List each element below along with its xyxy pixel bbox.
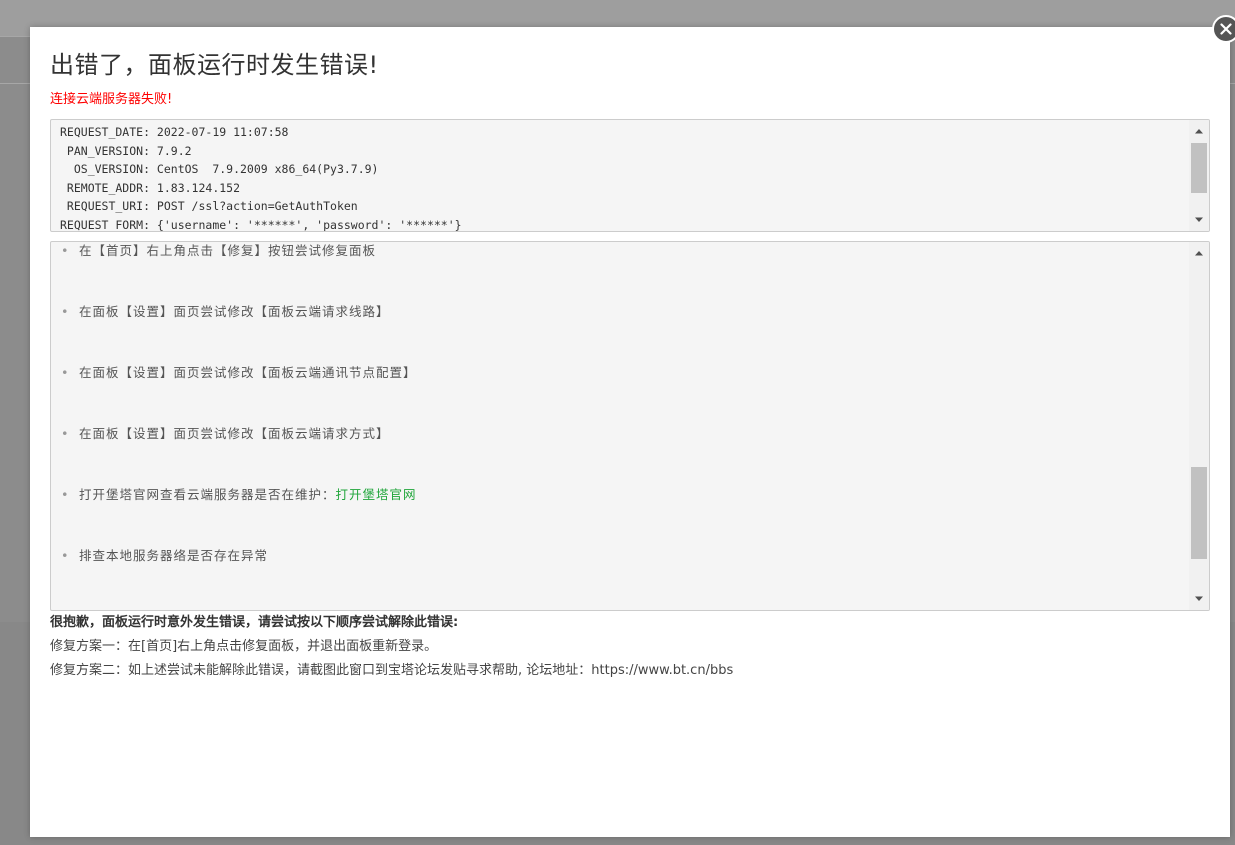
troubleshooting-panel[interactable]: • 在【首页】右上角点击【修复】按钮尝试修复面板 • 在面板【设置】面页尝试修改【面板… bbox=[50, 241, 1210, 611]
repair-plan-two: 修复方案二：如上述尝试未能解除此错误，请截图此窗口到宝塔论坛发贴寻求帮助, 论坛… bbox=[50, 663, 734, 678]
request-info-line: PAN_VERSION: 7.9.2 bbox=[60, 143, 192, 158]
request-info-line: REQUEST_FORM: {'username': '******', 'pa… bbox=[60, 217, 462, 232]
bullet-icon: • bbox=[61, 304, 70, 319]
tip-text: 在【首页】右上角点击【修复】按钮尝试修复面板 bbox=[79, 243, 377, 258]
bullet-icon: • bbox=[61, 487, 70, 502]
request-info-line: OS_VERSION: CentOS 7.9.2009 x86_64(Py3.7… bbox=[60, 162, 379, 177]
close-button[interactable] bbox=[1212, 15, 1235, 43]
request-info-line: REQUEST_DATE: 2022-07-19 11:07:58 bbox=[60, 125, 289, 139]
list-item: • 在面板【设置】面页尝试修改【面板云端通讯节点配置】 bbox=[61, 359, 417, 420]
tip-text: 在面板【设置】面页尝试修改【面板云端请求线路】 bbox=[79, 304, 390, 319]
tip-text: 排查本地服务器络是否存在异常 bbox=[79, 548, 269, 563]
repair-plan-one: 修复方案一：在[首页]右上角点击修复面板，并退出面板重新登录。 bbox=[50, 639, 438, 654]
bullet-icon: • bbox=[61, 243, 70, 258]
scroll-up-arrow-icon[interactable] bbox=[1189, 122, 1209, 140]
request-info-line: REQUEST_URI: POST /ssl?action=GetAuthTok… bbox=[60, 199, 358, 214]
bullet-icon: • bbox=[61, 365, 70, 380]
scroll-down-arrow-icon[interactable] bbox=[1189, 211, 1209, 229]
bullet-icon: • bbox=[61, 426, 70, 441]
tip-text: 打开堡塔官网查看云端服务器是否在维护： bbox=[79, 487, 336, 502]
list-item: • 排查本地服务器络是否存在异常 bbox=[61, 542, 417, 603]
error-message: 连接云端服务器失败! bbox=[50, 92, 173, 107]
request-info-line: REMOTE_ADDR: 1.83.124.152 bbox=[60, 180, 241, 195]
troubleshooting-scrollbar[interactable] bbox=[1189, 242, 1209, 610]
request-info-scrollbar[interactable] bbox=[1189, 120, 1209, 231]
dialog-title: 出错了，面板运行时发生错误! bbox=[50, 51, 379, 79]
troubleshooting-list: • 在【首页】右上角点击【修复】按钮尝试修复面板 • 在面板【设置】面页尝试修改【面板… bbox=[61, 242, 417, 603]
scrollbar-thumb[interactable] bbox=[1191, 467, 1207, 559]
list-item: • 在【首页】右上角点击【修复】按钮尝试修复面板 bbox=[61, 242, 417, 298]
scroll-up-arrow-icon[interactable] bbox=[1189, 244, 1209, 262]
tip-text: 在面板【设置】面页尝试修改【面板云端通讯节点配置】 bbox=[79, 365, 417, 380]
list-item: • 在面板【设置】面页尝试修改【面板云端请求方式】 bbox=[61, 420, 417, 481]
request-info-panel[interactable]: REQUEST_DATE: 2022-07-19 11:07:58 PAN_VE… bbox=[50, 119, 1210, 232]
official-site-link[interactable]: 打开堡塔官网 bbox=[336, 487, 417, 502]
list-item: • 打开堡塔官网查看云端服务器是否在维护：打开堡塔官网 bbox=[61, 481, 417, 542]
request-info-text: REQUEST_DATE: 2022-07-19 11:07:58 PAN_VE… bbox=[60, 123, 462, 232]
bullet-icon: • bbox=[61, 548, 70, 563]
scrollbar-thumb[interactable] bbox=[1191, 143, 1207, 193]
close-icon bbox=[1220, 23, 1232, 35]
scroll-down-arrow-icon[interactable] bbox=[1189, 590, 1209, 608]
error-dialog: 出错了，面板运行时发生错误! 连接云端服务器失败! REQUEST_DATE: … bbox=[30, 27, 1230, 837]
list-item: • 在面板【设置】面页尝试修改【面板云端请求线路】 bbox=[61, 298, 417, 359]
notes-heading: 很抱歉，面板运行时意外发生错误，请尝试按以下顺序尝试解除此错误: bbox=[50, 615, 459, 630]
tip-text: 在面板【设置】面页尝试修改【面板云端请求方式】 bbox=[79, 426, 390, 441]
repair-notes: 很抱歉，面板运行时意外发生错误，请尝试按以下顺序尝试解除此错误: 修复方案一：在… bbox=[50, 611, 733, 683]
